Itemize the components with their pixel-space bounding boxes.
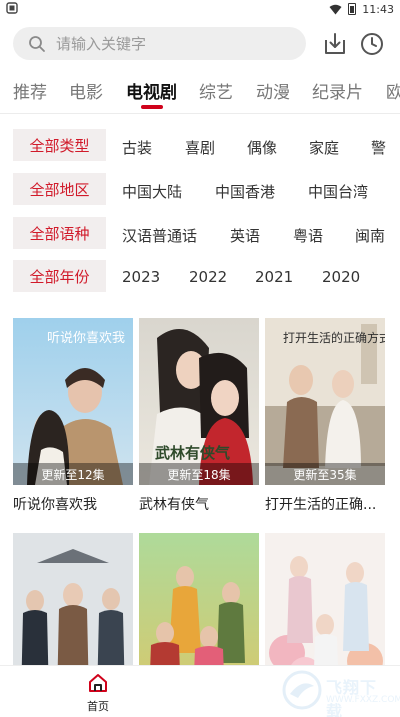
search-placeholder: 请输入关键字 <box>56 35 147 53</box>
nav-home[interactable]: 首页 <box>80 672 116 714</box>
filter-option[interactable]: 2022 <box>189 268 227 286</box>
filter-option[interactable]: 闽南 <box>355 225 385 246</box>
tab-anime[interactable]: 动漫 <box>256 78 290 103</box>
filter-option[interactable]: 中国大陆 <box>122 181 182 202</box>
filter-row-region: 全部地区 中国大陆 中国香港 中国台湾 <box>0 172 400 206</box>
poster-image[interactable]: 听说你喜欢我 更新至12集 <box>13 318 133 485</box>
filter-row-language: 全部语种 汉语普通话 英语 粤语 闽南 <box>0 216 400 250</box>
series-title[interactable]: 听说你喜欢我 <box>13 494 137 514</box>
poster-art: 听说你喜欢我 <box>13 318 133 485</box>
poster-title-art: 武林有侠气 <box>155 444 230 462</box>
wifi-icon <box>329 4 342 14</box>
nav-home-label: 首页 <box>87 700 109 713</box>
tab-recommend[interactable]: 推荐 <box>13 78 47 103</box>
filter-option[interactable]: 中国香港 <box>215 181 275 202</box>
tab-movies[interactable]: 电影 <box>69 78 103 103</box>
filter-option[interactable]: 粤语 <box>293 225 323 246</box>
tab-documentary[interactable]: 纪录片 <box>312 78 363 103</box>
history-clock-icon[interactable] <box>359 31 385 57</box>
series-title[interactable]: 打开生活的正确... <box>265 494 389 514</box>
watermark-logo: 飞翔下载 WWW.FXXZ.COM <box>280 668 400 717</box>
filter-option[interactable]: 2021 <box>255 268 293 286</box>
filter-chip-all-languages[interactable]: 全部语种 <box>13 217 106 249</box>
watermark-url: WWW.FXXZ.COM <box>326 695 400 705</box>
filter-option[interactable]: 中国台湾 <box>308 181 368 202</box>
filter-row-type: 全部类型 古装 喜剧 偶像 家庭 警 <box>0 128 400 162</box>
tab-variety[interactable]: 综艺 <box>199 78 233 103</box>
watermark-bird-icon <box>282 670 322 710</box>
poster-art: 打开生活的正确方式 <box>265 318 385 485</box>
filter-row-year: 全部年份 2023 2022 2021 2020 <box>0 259 400 293</box>
filter-option[interactable]: 喜剧 <box>185 137 215 158</box>
filter-chip-all-regions[interactable]: 全部地区 <box>13 173 106 205</box>
episode-badge: 更新至12集 <box>13 463 133 485</box>
filter-chip-all-years[interactable]: 全部年份 <box>13 260 106 292</box>
home-icon <box>89 674 107 692</box>
poster-image[interactable]: 武林有侠气 更新至18集 <box>139 318 259 485</box>
tab-europe-america[interactable]: 欧 <box>386 78 400 103</box>
episode-badge: 更新至18集 <box>139 463 259 485</box>
series-title[interactable]: 武林有侠气 <box>139 494 263 514</box>
top-bar: 请输入关键字 <box>0 18 400 70</box>
filter-chip-all-types[interactable]: 全部类型 <box>13 129 106 161</box>
category-tabs: 推荐 电影 电视剧 综艺 动漫 纪录片 欧 <box>0 70 400 112</box>
search-box[interactable]: 请输入关键字 <box>13 27 306 60</box>
poster-art: 武林有侠气 <box>139 318 259 485</box>
filter-option[interactable]: 2023 <box>122 268 160 286</box>
active-tab-indicator <box>141 105 163 109</box>
filter-option[interactable]: 汉语普通话 <box>122 225 197 246</box>
filter-option[interactable]: 偶像 <box>247 137 277 158</box>
download-icon[interactable] <box>322 31 348 57</box>
bottom-nav: 首页 飞翔下载 WWW.FXXZ.COM <box>0 665 400 717</box>
battery-icon <box>348 3 357 15</box>
filter-option[interactable]: 家庭 <box>309 137 339 158</box>
episode-badge: 更新至35集 <box>265 463 385 485</box>
status-bar: 11:43 <box>0 0 400 18</box>
poster-title-art: 打开生活的正确方式 <box>283 330 385 345</box>
poster-image[interactable]: 打开生活的正确方式 更新至35集 <box>265 318 385 485</box>
tab-tv-series[interactable]: 电视剧 <box>126 78 177 103</box>
android-notification-icon <box>6 2 18 14</box>
filter-option[interactable]: 古装 <box>122 137 152 158</box>
tabs-divider <box>0 113 400 114</box>
search-icon <box>29 35 45 52</box>
filter-option[interactable]: 英语 <box>230 225 260 246</box>
filter-option[interactable]: 2020 <box>322 268 360 286</box>
filter-option[interactable]: 警 <box>371 137 386 158</box>
status-time: 11:43 <box>362 2 394 16</box>
poster-title-art: 听说你喜欢我 <box>47 331 125 346</box>
